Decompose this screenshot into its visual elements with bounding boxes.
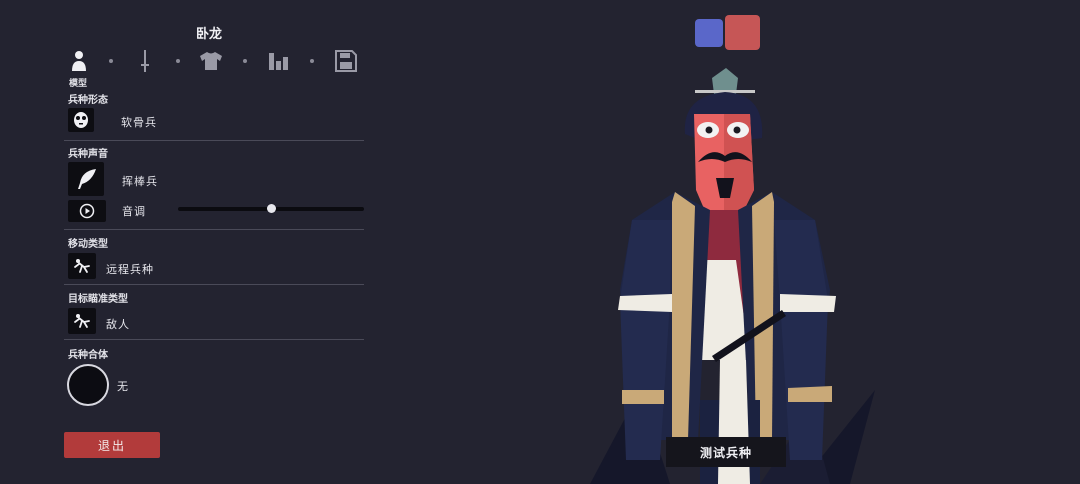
pitch-label: 音调 (122, 205, 146, 218)
team-blue-swatch[interactable] (695, 19, 723, 47)
editor-tab-bar: 模型 (66, 48, 366, 89)
section-divider (64, 140, 364, 141)
unit-model-preview[interactable] (560, 60, 880, 484)
tab-weapons[interactable] (132, 48, 158, 74)
team-red-swatch[interactable] (725, 15, 760, 50)
unit-name-title: 卧龙 (196, 27, 223, 42)
sword-icon (141, 50, 149, 72)
unit-form-label: 兵种形态 (68, 95, 108, 106)
feather-icon (78, 169, 96, 189)
targeting-type-label: 目标瞄准类型 (68, 294, 128, 305)
unit-voice-value: 挥棒兵 (122, 175, 158, 188)
unit-voice-label: 兵种声音 (68, 149, 108, 160)
save-icon (335, 50, 357, 72)
section-divider (64, 284, 364, 285)
unit-form-value: 软骨兵 (121, 116, 157, 129)
running-figure-icon (74, 259, 90, 273)
pitch-slider[interactable] (178, 204, 364, 213)
movement-type-value: 远程兵种 (106, 263, 154, 276)
exit-button[interactable]: 退出 (64, 432, 160, 458)
tab-separator-dot (243, 59, 247, 63)
section-divider (64, 339, 364, 340)
targeting-type-value: 敌人 (106, 318, 130, 331)
tab-separator-dot (310, 59, 314, 63)
targeting-type-selector[interactable] (68, 308, 96, 334)
unit-form-selector[interactable] (68, 108, 94, 132)
unit-editor-panel: 卧龙 模型 兵种形态 软骨兵 兵种声音 挥棒兵 音调 移动类型 远程兵种 目标瞄… (0, 0, 380, 484)
movement-type-selector[interactable] (68, 253, 96, 279)
stats-icon (269, 53, 288, 70)
mask-face-icon (74, 112, 88, 128)
play-voice-button[interactable] (68, 200, 106, 222)
movement-type-label: 移动类型 (68, 239, 108, 250)
target-figure-icon (74, 314, 90, 328)
tab-save[interactable] (333, 48, 359, 74)
tab-model[interactable] (66, 48, 92, 74)
tab-separator-dot (109, 59, 113, 63)
pitch-slider-handle[interactable] (266, 204, 276, 213)
tab-separator-dot (176, 59, 180, 63)
play-icon (79, 203, 95, 219)
unit-combine-value: 无 (117, 380, 129, 393)
unit-combine-label: 兵种合体 (68, 350, 108, 361)
person-icon (72, 51, 86, 71)
tab-clothing[interactable] (198, 48, 224, 74)
shirt-icon (200, 52, 222, 70)
unit-voice-selector[interactable] (68, 162, 104, 196)
tab-model-label: 模型 (69, 79, 88, 89)
section-divider (64, 229, 364, 230)
test-unit-button[interactable]: 测试兵种 (666, 437, 786, 467)
unit-combine-slot[interactable] (67, 364, 109, 406)
tab-stats[interactable] (266, 48, 292, 74)
